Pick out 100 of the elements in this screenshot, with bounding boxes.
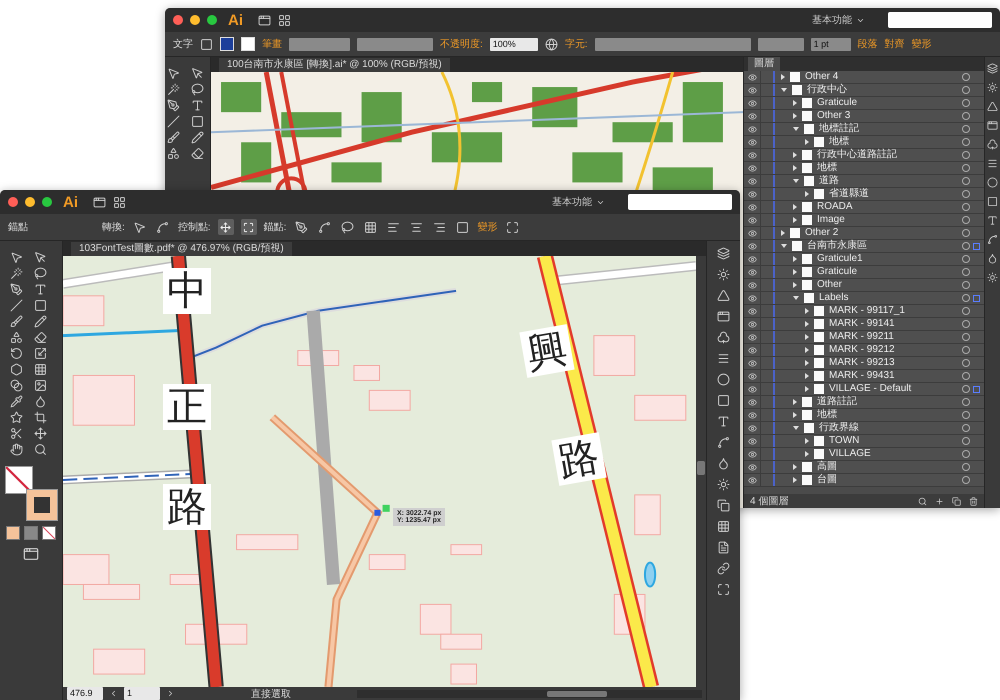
layer-row[interactable]: 地標 <box>744 409 984 422</box>
layer-row[interactable]: 台南市永康區 <box>744 240 984 253</box>
visibility-icon[interactable] <box>748 424 756 432</box>
expand-arrow-icon[interactable] <box>805 308 809 314</box>
handle-button[interactable] <box>218 219 234 235</box>
expand-arrow-icon[interactable] <box>781 244 787 248</box>
horizontal-scrollbar[interactable] <box>357 690 702 698</box>
visibility-icon[interactable] <box>748 280 756 290</box>
visibility-icon[interactable] <box>748 268 756 276</box>
previous-icon[interactable] <box>109 689 118 698</box>
variable-width-field[interactable] <box>357 38 433 50</box>
grid-icon[interactable] <box>364 220 377 234</box>
pen-icon[interactable] <box>10 283 23 296</box>
layout-grid-icon[interactable] <box>278 14 291 26</box>
move-icon[interactable] <box>34 427 47 440</box>
document-tab[interactable]: 100台南市永康區 [轉換].ai* @ 100% (RGB/預視) <box>219 58 450 72</box>
expand-arrow-icon[interactable] <box>805 321 809 327</box>
visibility-icon[interactable] <box>748 254 756 264</box>
globe-icon[interactable] <box>544 38 558 50</box>
layer-row[interactable]: Graticule <box>744 97 984 110</box>
search-field[interactable] <box>628 194 732 210</box>
visibility-icon[interactable] <box>748 476 756 484</box>
type-icon[interactable] <box>717 415 730 428</box>
visibility-icon[interactable] <box>748 320 756 328</box>
character-link[interactable]: 字元: <box>564 37 588 51</box>
circle-icon[interactable] <box>987 177 998 188</box>
visibility-icon[interactable] <box>748 112 756 120</box>
layer-row[interactable]: 道路 <box>744 175 984 188</box>
workspace-menu[interactable]: 基本功能 <box>812 13 865 27</box>
document-tab[interactable]: 103FontTest圖數.pdf* @ 476.97% (RGB/預視) <box>71 242 292 256</box>
fill-swatch[interactable] <box>5 466 33 494</box>
visibility-icon[interactable] <box>748 202 756 212</box>
visibility-icon[interactable] <box>748 216 756 224</box>
droplet-icon[interactable] <box>34 395 47 408</box>
layer-row[interactable]: 行政中心道路註記 <box>744 149 984 162</box>
sun-icon[interactable] <box>987 272 998 283</box>
expand-arrow-icon[interactable] <box>793 477 797 483</box>
minimize-button[interactable] <box>190 15 200 25</box>
line-icon[interactable] <box>10 299 23 312</box>
layer-row[interactable]: VILLAGE - Default <box>744 383 984 396</box>
eraser-icon[interactable] <box>190 147 204 160</box>
triangle-icon[interactable] <box>987 101 998 112</box>
align-center-icon[interactable] <box>410 220 423 234</box>
club-icon[interactable] <box>987 139 998 150</box>
menu-icon[interactable] <box>717 352 730 365</box>
visibility-icon[interactable] <box>748 450 756 458</box>
expand-arrow-icon[interactable] <box>805 139 809 145</box>
expand-arrow-icon[interactable] <box>805 373 809 379</box>
visibility-icon[interactable] <box>748 242 756 250</box>
arrow-pointer-icon[interactable] <box>190 67 204 80</box>
visibility-icon[interactable] <box>748 332 756 342</box>
opacity-field[interactable]: 100% <box>490 38 538 50</box>
expand-arrow-icon[interactable] <box>793 127 799 131</box>
visibility-icon[interactable] <box>748 294 756 302</box>
search-field[interactable] <box>888 12 992 28</box>
expand-arrow-icon[interactable] <box>781 230 785 236</box>
layer-row[interactable]: Other 2 <box>744 227 984 240</box>
layer-row[interactable]: Other <box>744 279 984 292</box>
expand-arrow-icon[interactable] <box>793 282 797 288</box>
line-icon[interactable] <box>166 115 180 128</box>
window-icon[interactable] <box>93 196 106 208</box>
zoom-icon[interactable] <box>34 443 47 456</box>
align-right-icon[interactable] <box>432 220 446 234</box>
square-icon[interactable] <box>987 196 998 207</box>
type-icon[interactable] <box>190 99 204 112</box>
visibility-icon[interactable] <box>748 150 756 160</box>
visibility-icon[interactable] <box>748 98 756 108</box>
layer-row[interactable]: 行政界線 <box>744 422 984 435</box>
pointer-icon[interactable] <box>10 251 23 264</box>
trash-icon[interactable] <box>969 496 978 506</box>
sun-icon[interactable] <box>717 478 730 491</box>
layer-row[interactable]: ROADA <box>744 201 984 214</box>
spline-icon[interactable] <box>717 436 730 449</box>
layer-row[interactable]: MARK - 99117_1 <box>744 305 984 318</box>
hexagon-icon[interactable] <box>10 363 23 376</box>
link-icon[interactable] <box>717 562 730 575</box>
expand-arrow-icon[interactable] <box>793 464 797 470</box>
expand-arrow-icon[interactable] <box>793 152 797 158</box>
maximize-icon[interactable] <box>717 583 730 596</box>
workspace-menu[interactable]: 基本功能 <box>552 195 605 209</box>
scale-icon[interactable] <box>34 347 47 360</box>
pencil-icon[interactable] <box>34 315 47 328</box>
visibility-icon[interactable] <box>748 138 756 146</box>
layer-row[interactable]: Other 3 <box>744 110 984 123</box>
layer-row[interactable]: Image <box>744 214 984 227</box>
expand-arrow-icon[interactable] <box>793 100 797 106</box>
stroke-swatch[interactable] <box>27 490 57 520</box>
vertical-scrollbar[interactable] <box>696 256 706 687</box>
visibility-icon[interactable] <box>748 306 756 316</box>
spline-icon[interactable] <box>987 234 998 245</box>
layer-row[interactable]: MARK - 99141 <box>744 318 984 331</box>
expand-arrow-icon[interactable] <box>805 360 809 366</box>
curve-icon[interactable] <box>156 220 170 234</box>
zoom-button[interactable] <box>207 15 217 25</box>
panel-link[interactable]: 段落 <box>858 37 878 51</box>
pen-icon[interactable] <box>294 220 308 234</box>
zoom-field[interactable]: 476.9 <box>67 687 103 700</box>
visibility-icon[interactable] <box>748 398 756 406</box>
expand-arrow-icon[interactable] <box>805 334 809 340</box>
font-field[interactable] <box>594 38 751 50</box>
